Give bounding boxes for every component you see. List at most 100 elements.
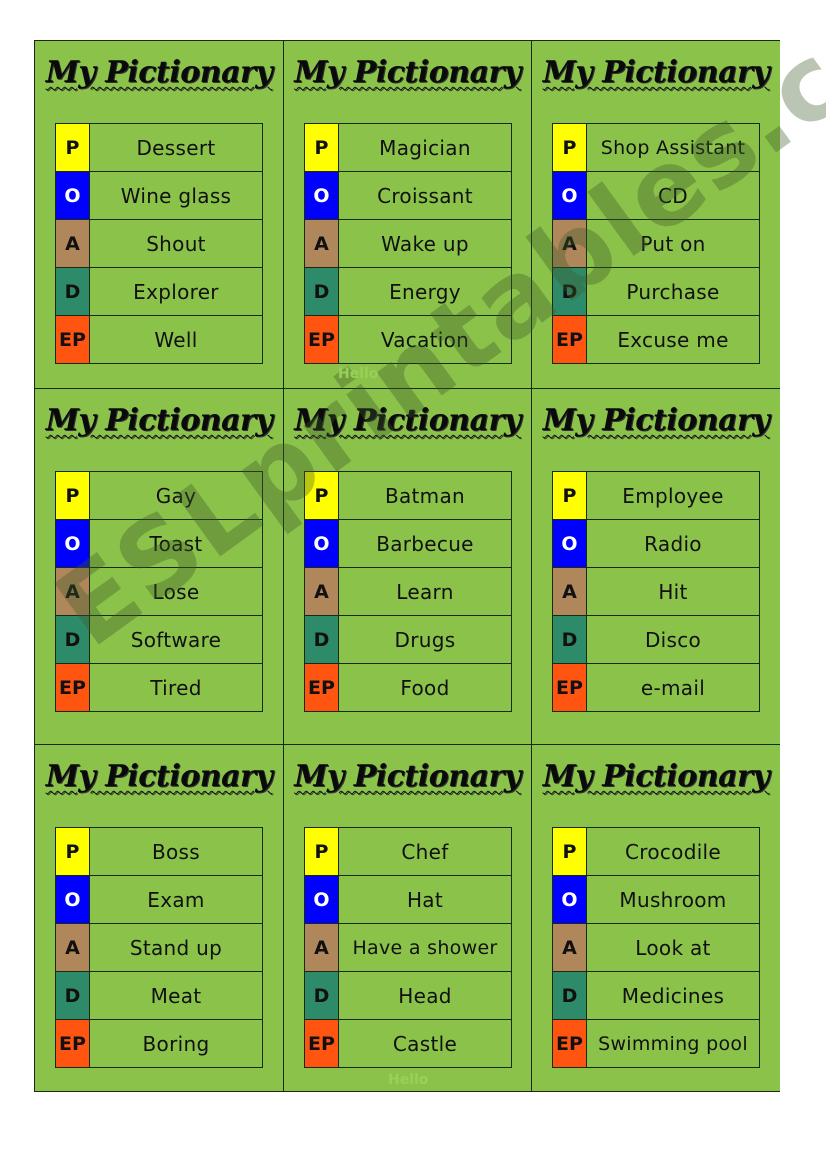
word-row: A Have a shower <box>305 924 511 972</box>
category-tag: D <box>553 972 587 1019</box>
word-row: A Lose <box>56 568 262 616</box>
word-cell: Look at <box>635 935 711 960</box>
category-tag: D <box>56 268 90 315</box>
category-tag: D <box>553 616 587 663</box>
word-cell: Drugs <box>394 627 456 652</box>
word-row: A Look at <box>553 924 759 972</box>
category-tag: O <box>553 876 587 923</box>
word-cell: Disco <box>644 627 702 652</box>
hidden-hello-text: Hello <box>388 1072 429 1088</box>
word-row: O CD <box>553 172 759 220</box>
word-row: EP Boring <box>56 1020 262 1067</box>
category-tag: A <box>56 924 90 971</box>
category-tag: O <box>305 876 339 923</box>
word-row: A Learn <box>305 568 511 616</box>
category-tag: P <box>305 472 339 519</box>
word-cell: Wake up <box>381 231 469 256</box>
word-row: A Shout <box>56 220 262 268</box>
category-tag: D <box>553 268 587 315</box>
category-tag: P <box>56 472 90 519</box>
word-row: D Energy <box>305 268 511 316</box>
category-tag: O <box>305 172 339 219</box>
word-row: P Chef <box>305 828 511 876</box>
word-cell: e-mail <box>640 675 706 700</box>
word-row: P Gay <box>56 472 262 520</box>
word-cell: Hit <box>658 579 688 604</box>
card-title: My Pictionary <box>294 403 521 438</box>
category-tag: A <box>553 568 587 615</box>
word-cell: Put on <box>640 231 706 256</box>
word-row: D Drugs <box>305 616 511 664</box>
word-cell: CD <box>658 183 688 208</box>
word-row: P Shop Assistant <box>553 124 759 172</box>
word-row: A Stand up <box>56 924 262 972</box>
word-cell: Gay <box>155 483 197 508</box>
word-cell: Shout <box>146 231 206 256</box>
word-row: O Toast <box>56 520 262 568</box>
category-tag: EP <box>56 664 90 711</box>
category-tag: P <box>305 124 339 171</box>
word-table: P Chef O Hat A Have a shower D Head EP Castle <box>304 827 512 1068</box>
word-table: P Crocodile O Mushroom A Look at D Medicines EP S… <box>552 827 760 1068</box>
category-tag: O <box>56 172 90 219</box>
word-row: O Wine glass <box>56 172 262 220</box>
pictionary-card: My Pictionary P Batman O Barbecue A Learn D Drug… <box>284 389 532 745</box>
word-row: P Dessert <box>56 124 262 172</box>
category-tag: EP <box>56 1020 90 1067</box>
card-title: My Pictionary <box>294 55 521 90</box>
word-row: EP Swimming pool <box>553 1020 759 1067</box>
word-cell: Toast <box>149 531 203 556</box>
word-row: D Purchase <box>553 268 759 316</box>
category-tag: A <box>305 568 339 615</box>
word-cell: Exam <box>147 887 205 912</box>
category-tag: EP <box>553 664 587 711</box>
word-table: P Gay O Toast A Lose D Software EP Tired <box>55 471 263 712</box>
word-cell: Crocodile <box>624 839 722 864</box>
word-row: EP Tired <box>56 664 262 711</box>
word-row: EP Food <box>305 664 511 711</box>
word-cell: Hat <box>406 887 444 912</box>
word-row: A Hit <box>553 568 759 616</box>
card-title: My Pictionary <box>45 759 273 794</box>
category-tag: P <box>553 472 587 519</box>
word-table: P Batman O Barbecue A Learn D Drugs EP Food <box>304 471 512 712</box>
hidden-hello-text: Hello <box>338 366 379 382</box>
category-tag: O <box>56 520 90 567</box>
category-tag: D <box>305 268 339 315</box>
word-row: O Radio <box>553 520 759 568</box>
pictionary-card: My Pictionary P Employee O Radio A Hit D Disco EP… <box>532 389 780 745</box>
pictionary-card: My Pictionary P Chef O Hat A Have a shower D Hea… <box>284 745 532 1091</box>
word-row: EP Castle <box>305 1020 511 1067</box>
category-tag: P <box>553 828 587 875</box>
word-row: EP Excuse me <box>553 316 759 363</box>
word-cell: Wine glass <box>120 183 232 208</box>
category-tag: O <box>56 876 90 923</box>
word-row: D Medicines <box>553 972 759 1020</box>
word-row: P Boss <box>56 828 262 876</box>
word-table: P Dessert O Wine glass A Shout D Explorer EP Well <box>55 123 263 364</box>
word-row: EP Well <box>56 316 262 363</box>
word-cell: Stand up <box>129 935 223 960</box>
word-cell: Have a shower <box>352 936 498 959</box>
word-table: P Magician O Croissant A Wake up D Energy EP Vaca… <box>304 123 512 364</box>
word-row: O Mushroom <box>553 876 759 924</box>
word-row: O Croissant <box>305 172 511 220</box>
pictionary-card: My Pictionary P Gay O Toast A Lose D Software EP T… <box>35 389 284 745</box>
word-cell: Explorer <box>133 279 219 304</box>
word-row: A Wake up <box>305 220 511 268</box>
word-cell: Radio <box>644 531 702 556</box>
word-cell: Head <box>398 983 452 1008</box>
card-title: My Pictionary <box>45 403 273 438</box>
category-tag: EP <box>305 316 339 363</box>
word-cell: Energy <box>389 279 461 304</box>
category-tag: A <box>305 924 339 971</box>
word-row: D Explorer <box>56 268 262 316</box>
category-tag: A <box>56 220 90 267</box>
word-row: O Hat <box>305 876 511 924</box>
word-table: P Shop Assistant O CD A Put on D Purchase EP Excu… <box>552 123 760 364</box>
word-cell: Chef <box>401 839 449 864</box>
card-title: My Pictionary <box>542 403 770 438</box>
word-row: O Exam <box>56 876 262 924</box>
word-cell: Meat <box>150 983 202 1008</box>
word-cell: Tired <box>150 675 202 700</box>
